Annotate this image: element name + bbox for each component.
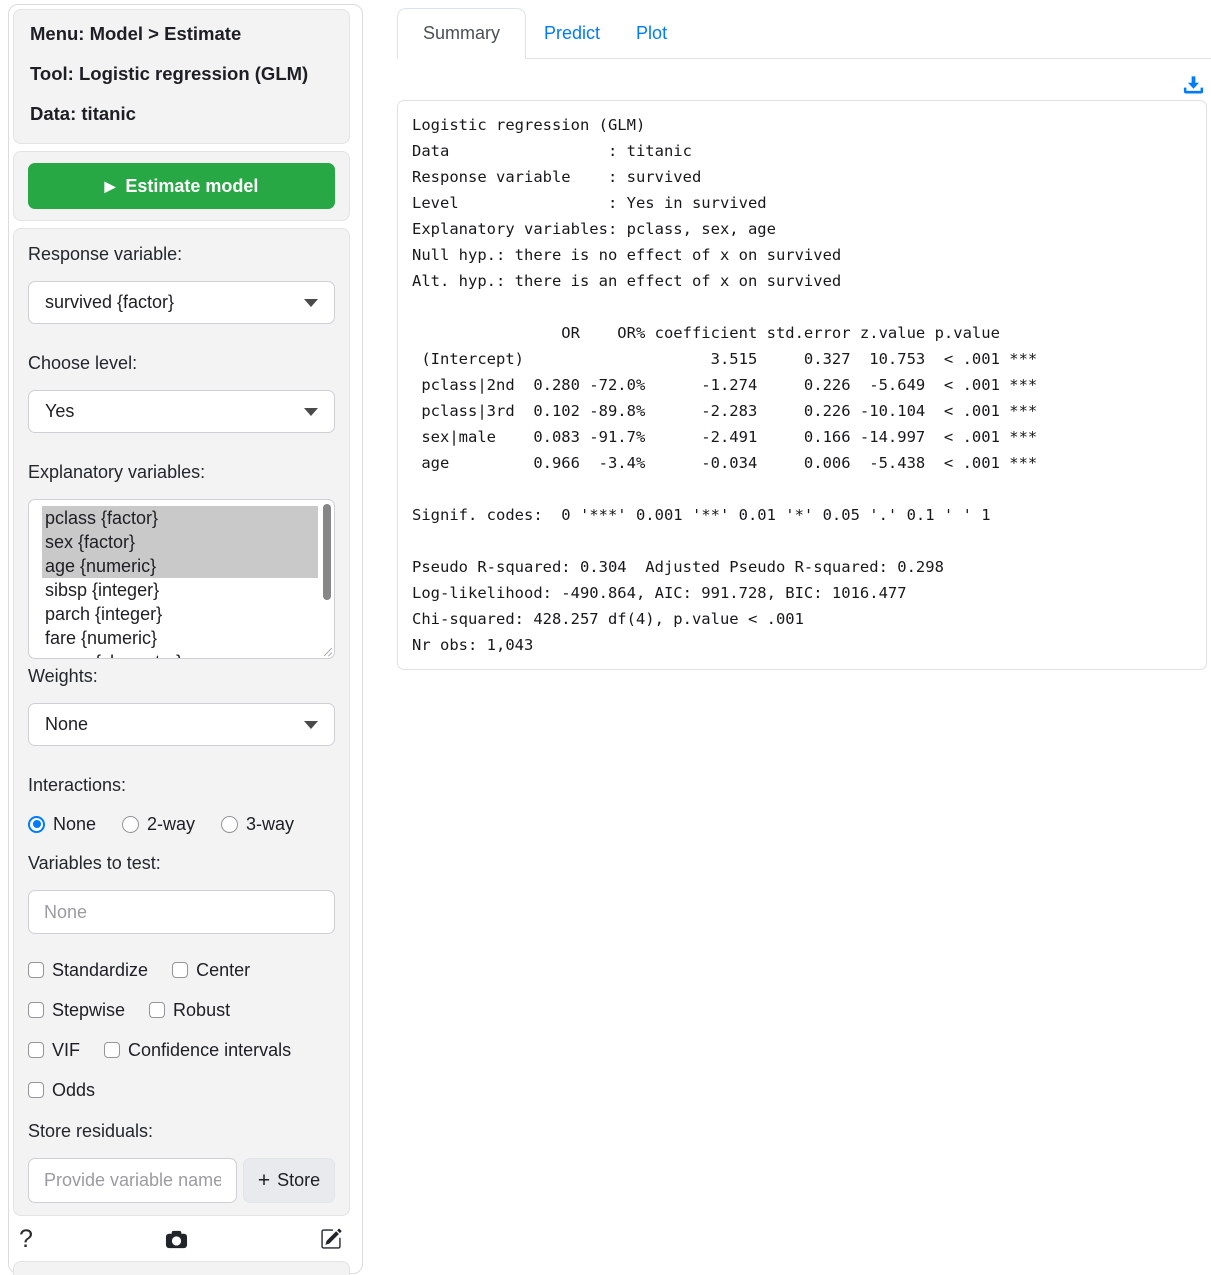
checkbox-odds[interactable]: Odds [28, 1080, 95, 1101]
tab-predict[interactable]: Predict [526, 9, 618, 58]
model-info-box: Menu: Model > Estimate Tool: Logistic re… [13, 9, 350, 144]
sidebar-footer: ? [13, 1216, 350, 1260]
listbox-option[interactable]: age {numeric} [42, 554, 318, 578]
listbox-option[interactable]: fare {numeric} [42, 626, 318, 650]
next-section-well [13, 1261, 350, 1275]
response-variable-label: Response variable: [28, 243, 335, 265]
radio-interactions-none[interactable]: None [28, 814, 96, 835]
listbox-option[interactable]: name {character} [42, 650, 318, 659]
radio-label: 2-way [147, 814, 195, 835]
tab-plot[interactable]: Plot [618, 9, 685, 58]
checkbox-label: Stepwise [52, 1000, 125, 1021]
checkbox-icon [28, 1042, 44, 1058]
checkbox-center[interactable]: Center [172, 960, 250, 981]
checkbox-stepwise[interactable]: Stepwise [28, 1000, 125, 1021]
download-icon[interactable] [1181, 70, 1206, 100]
radio-unselected-icon [122, 816, 139, 833]
listbox-option[interactable]: sex {factor} [42, 530, 318, 554]
caret-down-icon [304, 721, 318, 729]
weights-select[interactable]: None [28, 703, 335, 746]
checkbox-icon [172, 962, 188, 978]
tab-bar: Summary Predict Plot [397, 8, 1211, 59]
radio-selected-icon [28, 816, 45, 833]
checkbox-standardize[interactable]: Standardize [28, 960, 148, 981]
checkbox-label: Center [196, 960, 250, 981]
radio-label: 3-way [246, 814, 294, 835]
checkbox-icon [28, 962, 44, 978]
variables-to-test-input[interactable] [28, 890, 335, 934]
checkbox-confidence-intervals[interactable]: Confidence intervals [104, 1040, 291, 1061]
radio-interactions-2way[interactable]: 2-way [122, 814, 195, 835]
estimate-model-button[interactable]: ▶ Estimate model [28, 163, 335, 209]
checkbox-label: VIF [52, 1040, 80, 1061]
weights-label: Weights: [28, 665, 335, 687]
interactions-radio-group: None 2-way 3-way [28, 812, 335, 836]
weights-value: None [45, 714, 88, 735]
checkbox-label: Robust [173, 1000, 230, 1021]
store-residuals-label: Store residuals: [28, 1120, 335, 1142]
response-variable-select[interactable]: survived {factor} [28, 281, 335, 324]
store-residuals-row: + Store [28, 1158, 335, 1203]
store-residuals-input[interactable] [28, 1158, 237, 1203]
edit-report-icon[interactable] [320, 1228, 342, 1250]
help-icon[interactable]: ? [19, 1227, 33, 1252]
checkbox-robust[interactable]: Robust [149, 1000, 230, 1021]
caret-down-icon [304, 299, 318, 307]
checkbox-icon [28, 1002, 44, 1018]
estimate-model-button-label: Estimate model [125, 176, 258, 197]
tool-name: Tool: Logistic regression (GLM) [30, 63, 333, 85]
radio-label: None [53, 814, 96, 835]
variables-to-test-label: Variables to test: [28, 852, 335, 874]
resize-handle-icon[interactable] [323, 647, 333, 657]
model-form-well: Response variable: survived {factor} Cho… [13, 228, 350, 1216]
checkbox-row: Stepwise Robust [28, 1000, 335, 1020]
summary-output: Logistic regression (GLM) Data : titanic… [397, 100, 1207, 670]
sidebar-panel: Menu: Model > Estimate Tool: Logistic re… [8, 4, 363, 1274]
checkbox-label: Confidence intervals [128, 1040, 291, 1061]
radio-interactions-3way[interactable]: 3-way [221, 814, 294, 835]
estimate-button-well: ▶ Estimate model [13, 151, 350, 221]
listbox-option[interactable]: parch {integer} [42, 602, 318, 626]
radio-unselected-icon [221, 816, 238, 833]
explanatory-variables-listbox[interactable]: pclass {factor} sex {factor} age {numeri… [28, 499, 335, 659]
choose-level-label: Choose level: [28, 352, 335, 374]
listbox-option[interactable]: sibsp {integer} [42, 578, 318, 602]
response-variable-value: survived {factor} [45, 292, 174, 313]
checkbox-row: Standardize Center [28, 960, 335, 980]
menu-breadcrumb: Menu: Model > Estimate [30, 23, 333, 45]
tab-summary[interactable]: Summary [397, 8, 526, 59]
listbox-option[interactable]: pclass {factor} [42, 506, 318, 530]
checkbox-vif[interactable]: VIF [28, 1040, 80, 1061]
plus-icon: + [258, 1170, 270, 1191]
explanatory-variables-label: Explanatory variables: [28, 461, 335, 483]
checkbox-icon [149, 1002, 165, 1018]
screenshot-camera-icon[interactable] [165, 1228, 188, 1251]
checkbox-row: VIF Confidence intervals [28, 1040, 335, 1060]
data-name-label: Data: titanic [30, 103, 333, 125]
choose-level-select[interactable]: Yes [28, 390, 335, 433]
checkbox-row: Odds [28, 1080, 335, 1100]
checkbox-icon [104, 1042, 120, 1058]
caret-down-icon [304, 408, 318, 416]
scrollbar-thumb[interactable] [323, 504, 331, 600]
interactions-label: Interactions: [28, 774, 335, 796]
play-icon: ▶ [105, 179, 116, 193]
store-button[interactable]: + Store [243, 1158, 335, 1203]
toolbar-row [397, 59, 1211, 100]
checkbox-icon [28, 1082, 44, 1098]
checkbox-label: Standardize [52, 960, 148, 981]
choose-level-value: Yes [45, 401, 74, 422]
main-panel: Summary Predict Plot Logistic regression… [397, 0, 1211, 670]
checkbox-label: Odds [52, 1080, 95, 1101]
store-button-label: Store [277, 1170, 320, 1191]
